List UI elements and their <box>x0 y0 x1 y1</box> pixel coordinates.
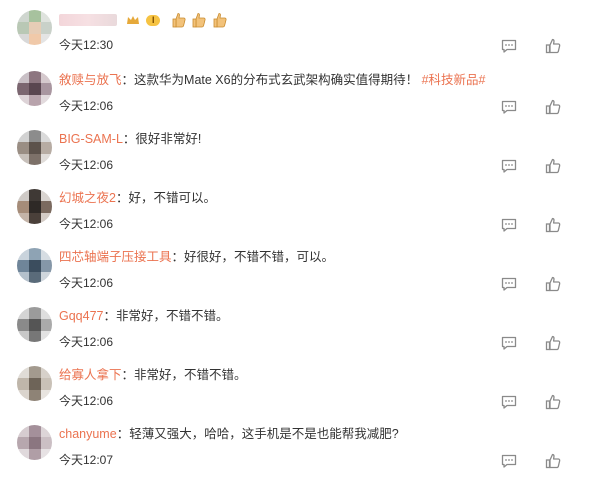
reply-button[interactable] <box>500 393 518 411</box>
reply-button[interactable] <box>500 216 518 234</box>
comment-header: 敘赎与放飞：这款华为Mate X6的分布式玄武架构确实值得期待！ #科技新品# <box>59 73 486 87</box>
commenter-name[interactable]: BIG-SAM-L <box>59 132 123 146</box>
comment-item: 给寡人拿下：非常好，不错不错。 今天12:06 <box>0 363 600 421</box>
avatar[interactable] <box>17 307 52 342</box>
comment-icon <box>501 454 517 468</box>
comment-time: 今天12:06 <box>59 158 114 172</box>
comment-text: 好很好，不错不错，可以。 <box>184 250 335 264</box>
comment-item: 敘赎与放飞：这款华为Mate X6的分布式玄武架构确实值得期待！ #科技新品# … <box>0 68 600 126</box>
comment-item: chanyume：轻薄又强大，哈哈，这手机是不是也能帮我减肥? 今天12:07 <box>0 422 600 480</box>
like-button[interactable] <box>544 275 562 293</box>
comment-time: 今天12:06 <box>59 276 114 290</box>
thumbs-up-emoji <box>213 12 227 28</box>
like-button[interactable] <box>544 393 562 411</box>
like-button[interactable] <box>544 37 562 55</box>
avatar[interactable] <box>17 10 52 45</box>
comment-item: 四芯轴端子压接工具：好很好，不错不错，可以。 今天12:06 <box>0 245 600 303</box>
avatar[interactable] <box>17 189 52 224</box>
thumbs-up-icon <box>545 276 561 292</box>
like-button[interactable] <box>544 216 562 234</box>
comment-text: 很好非常好! <box>135 132 202 146</box>
avatar[interactable] <box>17 366 52 401</box>
commenter-name[interactable]: 敘赎与放飞 <box>59 73 122 87</box>
comment-icon <box>501 277 517 291</box>
reply-button[interactable] <box>500 452 518 470</box>
commenter-name[interactable]: 给寡人拿下 <box>59 368 122 382</box>
thumbs-up-icon <box>545 453 561 469</box>
comment-list: I 今天12:30 敘赎与放飞：这款华为Mate X6的分布式玄武架构确实值得期… <box>0 0 600 477</box>
like-button[interactable] <box>544 157 562 175</box>
comment-icon <box>501 395 517 409</box>
comment-icon <box>501 100 517 114</box>
crown-icon <box>127 16 140 25</box>
commenter-name[interactable]: chanyume <box>59 427 117 441</box>
reply-button[interactable] <box>500 37 518 55</box>
commenter-name[interactable]: 幻城之夜2 <box>59 191 116 205</box>
thumbs-up-emoji <box>193 12 206 28</box>
comment-header: chanyume：轻薄又强大，哈哈，这手机是不是也能帮我减肥? <box>59 427 399 441</box>
commenter-name[interactable]: Gqq477 <box>59 309 103 323</box>
thumbs-up-emoji <box>172 12 186 28</box>
reply-button[interactable] <box>500 275 518 293</box>
comment-item: 幻城之夜2：好，不错可以。 今天12:06 <box>0 186 600 244</box>
avatar[interactable] <box>17 71 52 106</box>
reply-button[interactable] <box>500 98 518 116</box>
thumbs-up-icon <box>545 158 561 174</box>
comment-time: 今天12:07 <box>59 453 114 467</box>
comment-icon <box>501 159 517 173</box>
topic-tag-link[interactable]: #科技新品# <box>422 73 486 87</box>
comment-header: 幻城之夜2：好，不错可以。 <box>59 191 216 205</box>
comment-header: 给寡人拿下：非常好，不错不错。 <box>59 368 247 382</box>
comment-header: 四芯轴端子压接工具：好很好，不错不错，可以。 <box>59 250 335 264</box>
comment-time: 今天12:06 <box>59 217 114 231</box>
thumbs-up-icon <box>545 335 561 351</box>
user-badges: I <box>126 11 161 29</box>
comment-icon <box>501 336 517 350</box>
avatar[interactable] <box>17 425 52 460</box>
comment-icon <box>501 218 517 232</box>
reply-button[interactable] <box>500 334 518 352</box>
comment-time: 今天12:06 <box>59 335 114 349</box>
vip-badge: I <box>145 14 161 26</box>
thumbs-up-icon <box>545 217 561 233</box>
comment-header: BIG-SAM-L：很好非常好! <box>59 132 202 146</box>
like-button[interactable] <box>544 98 562 116</box>
comment-item: Gqq477：非常好，不错不错。 今天12:06 <box>0 304 600 362</box>
thumbs-up-icon <box>545 394 561 410</box>
comment-time: 今天12:06 <box>59 394 114 408</box>
comment-icon <box>501 39 517 53</box>
comment-header: Gqq477：非常好，不错不错。 <box>59 309 229 323</box>
commenter-name[interactable]: 四芯轴端子压接工具 <box>59 250 172 264</box>
avatar[interactable] <box>17 130 52 165</box>
reply-button[interactable] <box>500 157 518 175</box>
comment-time: 今天12:06 <box>59 99 114 113</box>
comment-item: BIG-SAM-L：很好非常好! 今天12:06 <box>0 127 600 185</box>
comment-text: 好，不错可以。 <box>128 191 216 205</box>
like-button[interactable] <box>544 452 562 470</box>
commenter-name-blurred[interactable] <box>59 13 117 26</box>
comment-text: 这款华为Mate X6的分布式玄武架构确实值得期待！ <box>134 73 419 87</box>
comment-item: I 今天12:30 <box>0 7 600 65</box>
comment-time: 今天12:30 <box>59 38 114 52</box>
avatar[interactable] <box>17 248 52 283</box>
like-button[interactable] <box>544 334 562 352</box>
thumbs-up-icon <box>545 38 561 54</box>
comment-text: 非常好，不错不错。 <box>134 368 247 382</box>
comment-header: I <box>59 10 520 29</box>
comment-text: 轻薄又强大，哈哈，这手机是不是也能帮我减肥? <box>129 427 399 441</box>
thumbs-up-icon <box>545 99 561 115</box>
comment-text: 非常好，不错不错。 <box>116 309 229 323</box>
